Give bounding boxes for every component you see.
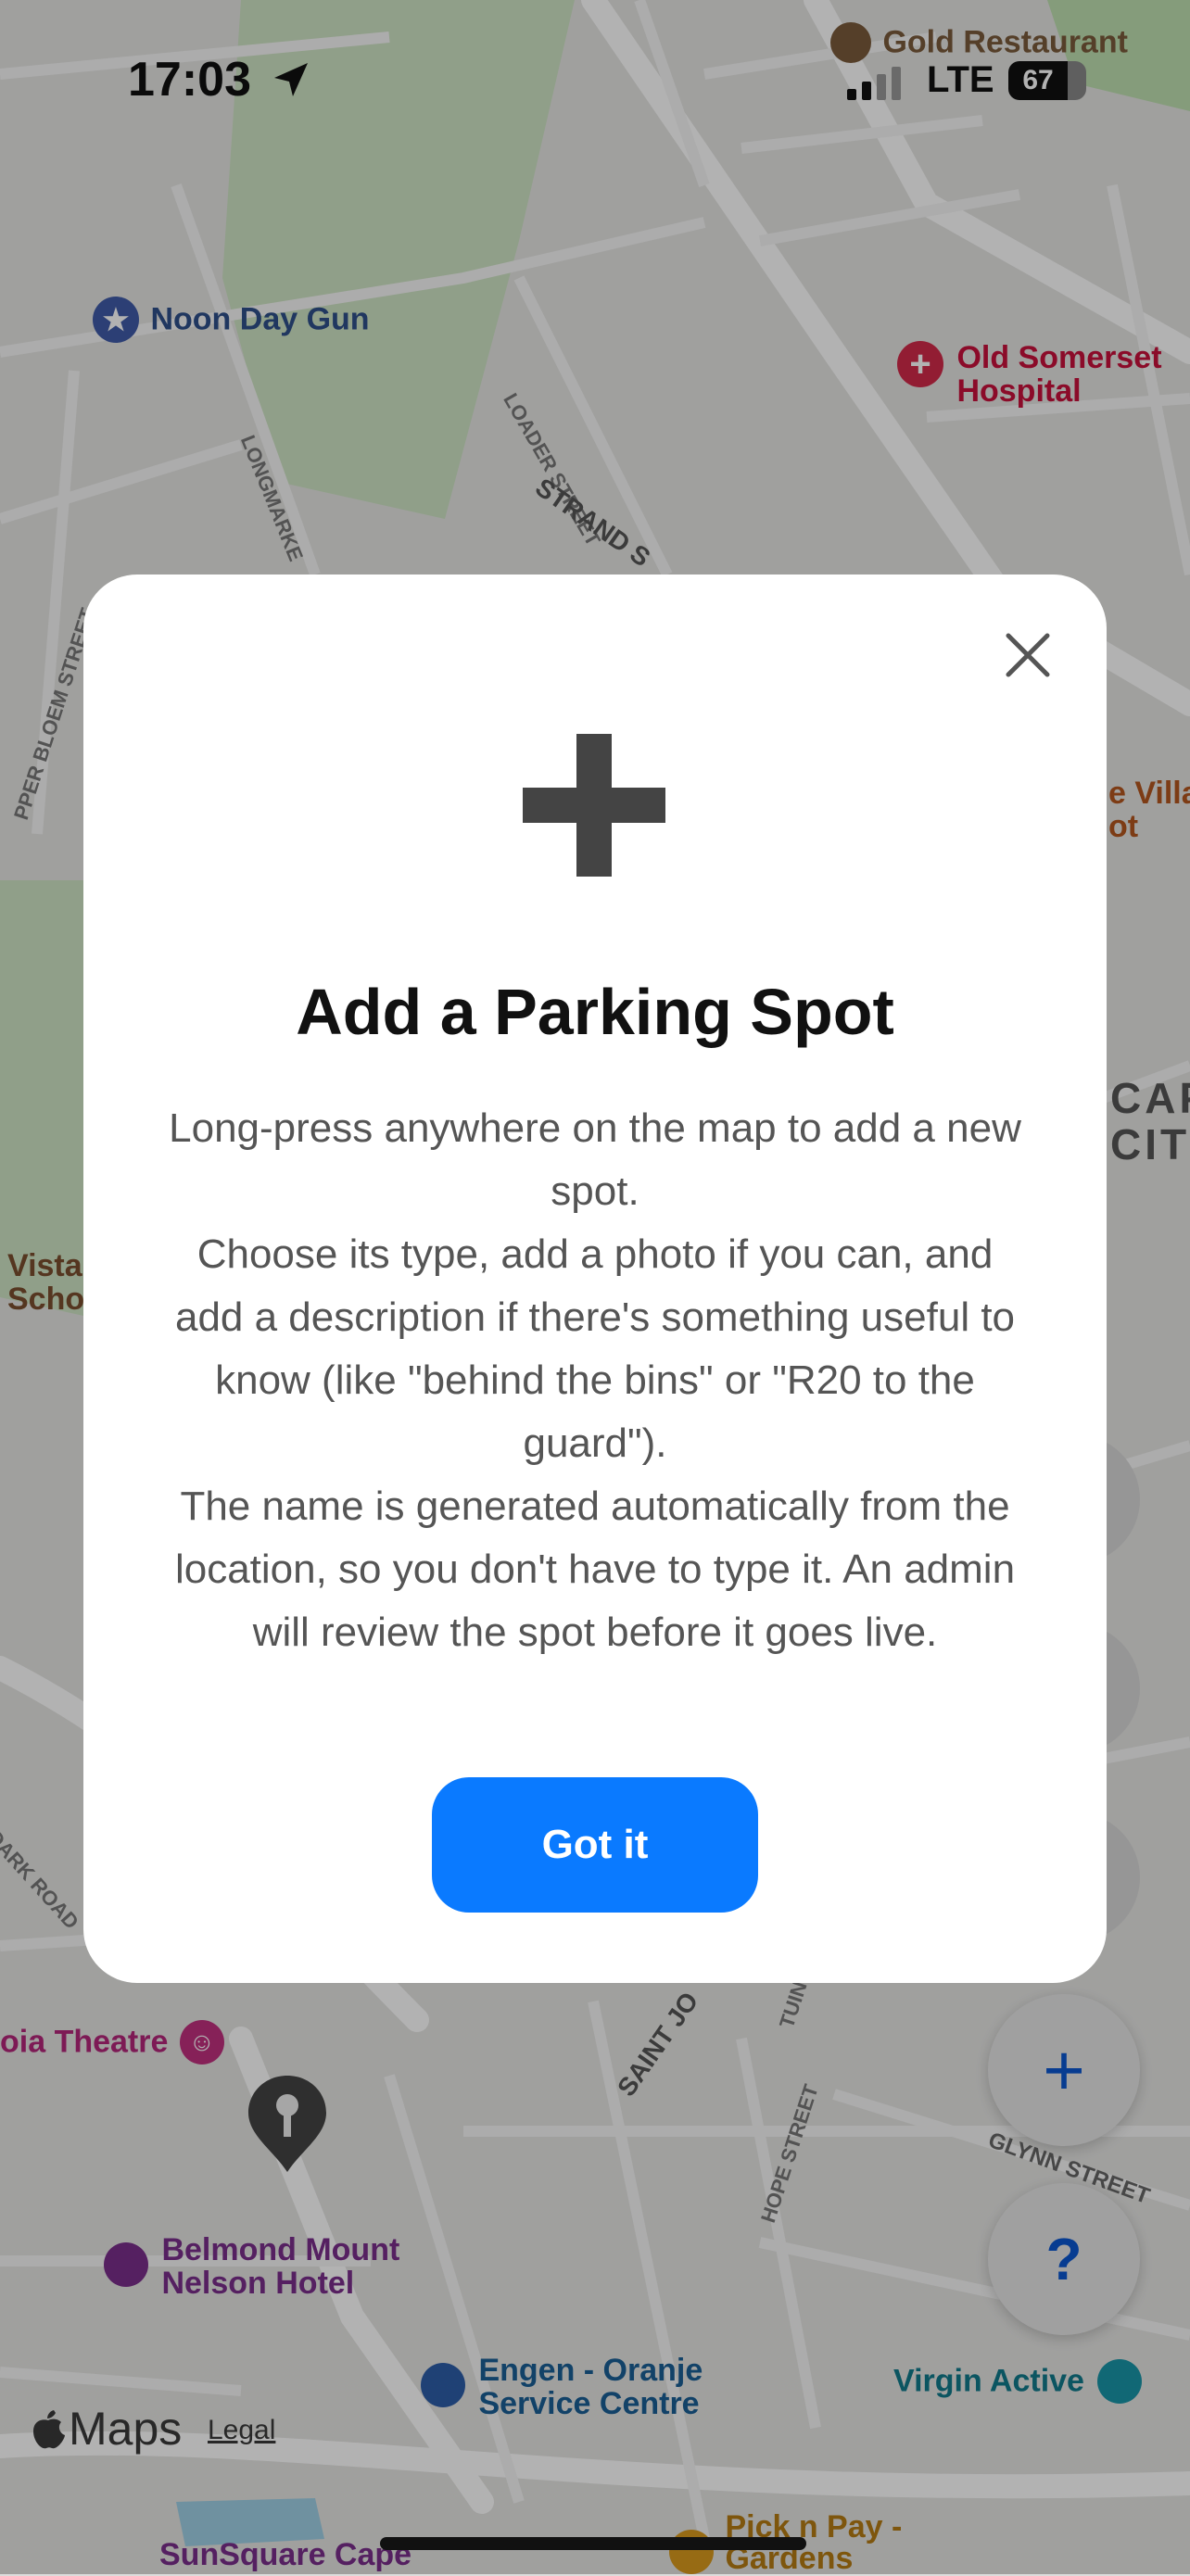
dialog-paragraph: Choose its type, add a photo if you can,… [174,1231,1016,1466]
dialog-title: Add a Parking Spot [296,976,894,1048]
dialog-paragraph: Long-press anywhere on the map to add a … [169,1105,1021,1214]
got-it-button[interactable]: Got it [432,1777,758,1913]
dialog-body: Long-press anywhere on the map to add a … [158,1097,1032,1664]
close-icon[interactable] [999,626,1057,684]
dialog-paragraph: The name is generated automatically from… [174,1484,1016,1655]
home-indicator[interactable] [380,2537,806,2550]
plus-icon [523,734,665,877]
